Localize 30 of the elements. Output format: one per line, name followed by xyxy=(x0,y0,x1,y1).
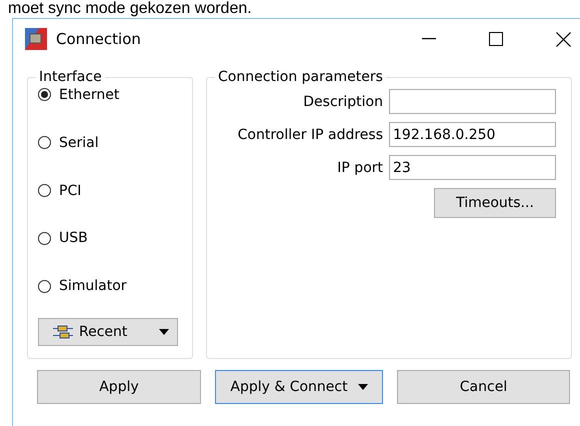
radio-icon[interactable] xyxy=(38,184,51,198)
radio-option[interactable]: Serial xyxy=(38,118,182,167)
radio-icon[interactable] xyxy=(38,280,51,293)
dialog-button[interactable]: Apply & Connect xyxy=(215,370,383,404)
radio-option[interactable]: Simulator xyxy=(38,262,182,310)
field-label: Controller IP address xyxy=(238,126,383,142)
recent-button[interactable]: Recent xyxy=(38,318,178,346)
group-title: Interface xyxy=(38,69,103,85)
input-field[interactable] xyxy=(389,89,556,114)
background-text: moet sync mode gekozen worden. xyxy=(7,0,253,18)
radio-icon[interactable] xyxy=(38,136,51,150)
maximize-icon[interactable] xyxy=(489,32,503,46)
field-label: IP port xyxy=(337,160,383,176)
input-field[interactable]: 192.168.0.250 xyxy=(389,122,556,147)
window-title: Connection xyxy=(56,30,142,48)
dialog-button[interactable]: Cancel xyxy=(397,370,570,404)
radio-option[interactable]: PCI xyxy=(38,166,182,214)
dialog-button[interactable]: Apply xyxy=(37,370,201,404)
app-icon xyxy=(25,28,47,50)
group-title: Connection parameters xyxy=(217,69,384,85)
field-label: Description xyxy=(303,94,383,110)
radio-option[interactable]: USB xyxy=(38,214,182,262)
timeouts-button[interactable]: Timeouts... xyxy=(434,188,556,218)
plug-icon xyxy=(53,325,73,340)
minimize-icon[interactable] xyxy=(422,38,436,40)
input-field[interactable]: 23 xyxy=(389,155,556,180)
radio-icon[interactable] xyxy=(38,232,51,245)
close-icon[interactable] xyxy=(556,32,570,46)
radio-icon[interactable] xyxy=(38,88,51,102)
dropdown-arrow-icon xyxy=(159,329,169,336)
